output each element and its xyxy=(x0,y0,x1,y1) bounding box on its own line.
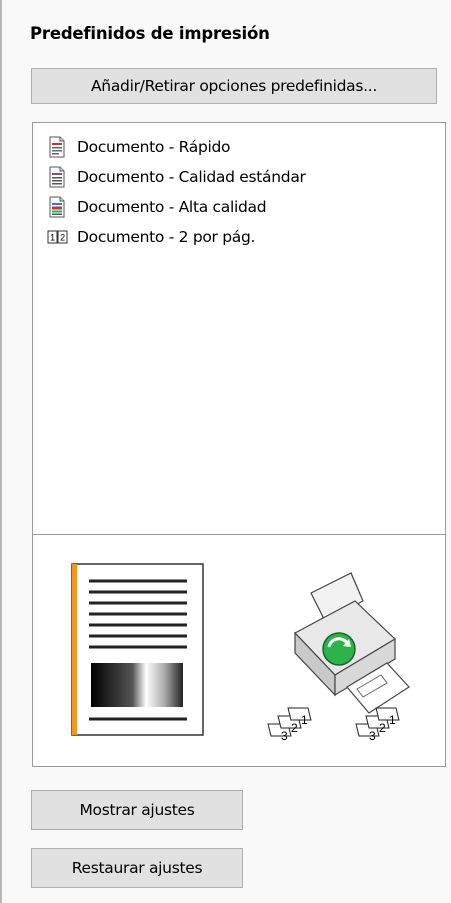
reset-settings-button[interactable]: Restaurar ajustes xyxy=(31,848,243,888)
collate-label: 1 xyxy=(389,713,396,727)
collate-label: 3 xyxy=(369,729,376,743)
preview-graphic: 1 2 3 1 2 3 xyxy=(71,563,410,743)
svg-text:1: 1 xyxy=(50,233,55,243)
document-standard-icon xyxy=(47,166,67,188)
add-remove-presets-button[interactable]: Añadir/Retirar opciones predefinidas... xyxy=(31,68,437,104)
list-item[interactable]: Documento - Calidad estándar xyxy=(47,164,306,190)
presets-list[interactable]: Documento - Rápido Documento - Calidad e… xyxy=(32,122,446,535)
document-fast-icon xyxy=(47,136,67,158)
collated-pages-icon: 1 2 3 1 2 3 xyxy=(267,707,400,743)
list-item[interactable]: 1 2 Documento - 2 por pág. xyxy=(47,224,255,250)
two-per-page-icon: 1 2 xyxy=(47,226,68,248)
collate-label: 3 xyxy=(281,729,288,743)
printer-icon xyxy=(294,572,410,714)
preset-label: Documento - Alta calidad xyxy=(77,198,267,216)
preview-area: 1 2 3 1 2 3 xyxy=(32,534,446,767)
document-page-preview-icon xyxy=(71,563,204,736)
list-item[interactable]: Documento - Rápido xyxy=(47,134,231,160)
panel-title: Predefinidos de impresión xyxy=(30,24,270,43)
document-high-quality-icon xyxy=(47,196,67,218)
list-item[interactable]: Documento - Alta calidad xyxy=(47,194,267,220)
preset-label: Documento - Calidad estándar xyxy=(77,168,306,186)
collate-label: 2 xyxy=(379,721,386,735)
collate-label: 2 xyxy=(291,721,298,735)
show-settings-button[interactable]: Mostrar ajustes xyxy=(31,790,243,830)
collate-label: 1 xyxy=(301,713,308,727)
preset-label: Documento - Rápido xyxy=(77,138,231,156)
preset-label: Documento - 2 por pág. xyxy=(77,228,256,246)
svg-text:2: 2 xyxy=(60,233,65,243)
print-presets-panel: Predefinidos de impresión Añadir/Retirar… xyxy=(0,0,451,903)
